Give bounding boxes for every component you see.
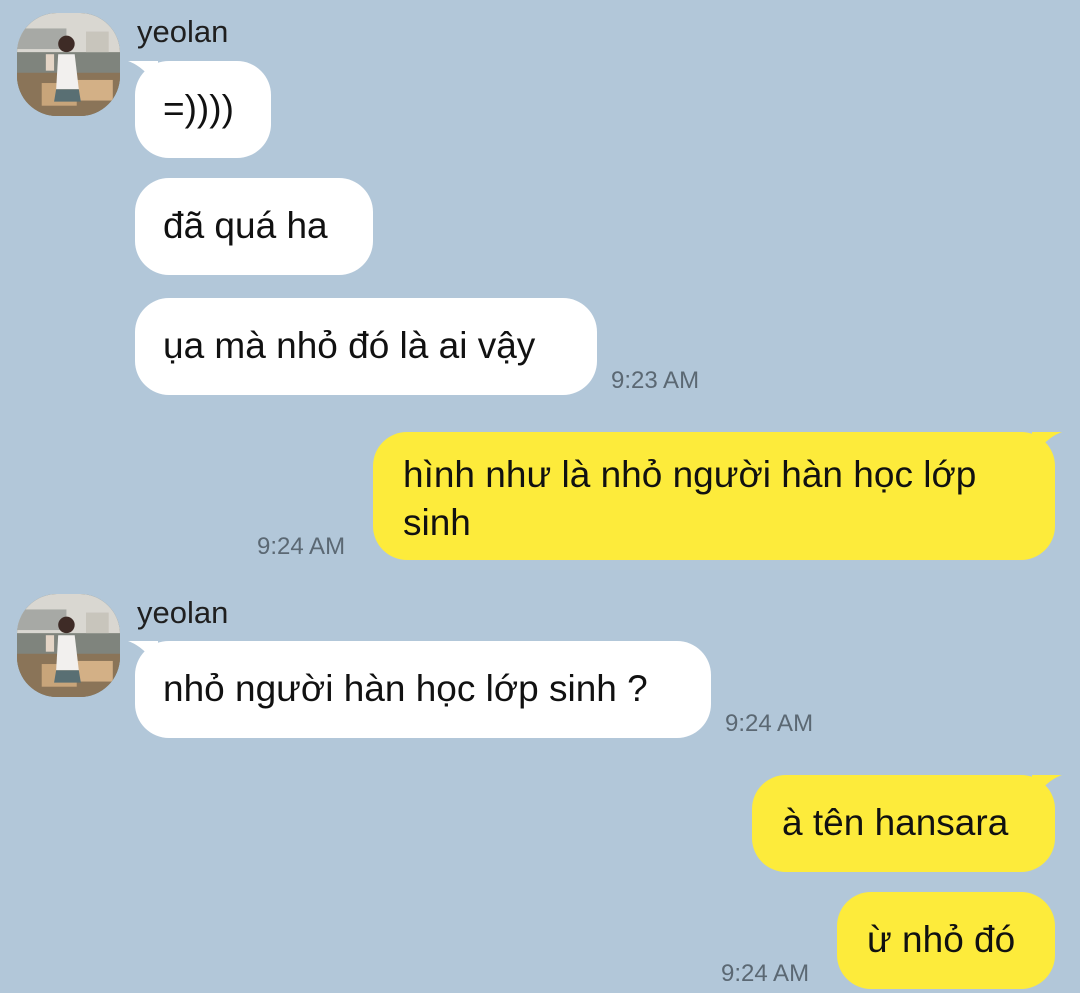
message-timestamp: 9:24 AM xyxy=(721,960,810,987)
outgoing-message-bubble[interactable]: hình như là nhỏ người hàn học lớp sinh xyxy=(373,432,1055,560)
incoming-message-bubble[interactable]: nhỏ người hàn học lớp sinh ? xyxy=(135,641,711,738)
outgoing-message-bubble[interactable]: à tên hansara xyxy=(752,775,1055,872)
message-text-line: hình như là nhỏ người hàn học lớp xyxy=(403,454,977,495)
message-text: ừ nhỏ đó xyxy=(867,919,1016,960)
profile-photo-icon xyxy=(17,594,120,697)
message-timestamp: 9:23 AM xyxy=(611,367,700,394)
message-text: =)))) xyxy=(163,88,234,129)
sender-name: yeolan xyxy=(137,595,229,630)
sender-avatar[interactable] xyxy=(17,594,120,697)
message-timestamp: 9:24 AM xyxy=(725,710,814,737)
message-text: đã quá ha xyxy=(163,205,328,246)
message-text: ụa mà nhỏ đó là ai vậy xyxy=(163,325,536,366)
message-timestamp: 9:24 AM xyxy=(257,533,346,560)
incoming-message-bubble[interactable]: =)))) xyxy=(135,61,271,158)
incoming-message-bubble[interactable]: ụa mà nhỏ đó là ai vậy xyxy=(135,298,597,395)
chat-room[interactable]: yeolan =)))) đã quá ha ụa mà nhỏ đó là a… xyxy=(0,0,1080,993)
message-text: à tên hansara xyxy=(782,802,1009,843)
outgoing-message-bubble[interactable]: ừ nhỏ đó xyxy=(837,892,1055,989)
sender-name: yeolan xyxy=(137,14,229,49)
incoming-message-bubble[interactable]: đã quá ha xyxy=(135,178,373,275)
sender-avatar[interactable] xyxy=(17,13,120,116)
message-text: nhỏ người hàn học lớp sinh ? xyxy=(163,668,648,709)
profile-photo-icon xyxy=(17,13,120,116)
message-text-line: sinh xyxy=(403,502,471,543)
